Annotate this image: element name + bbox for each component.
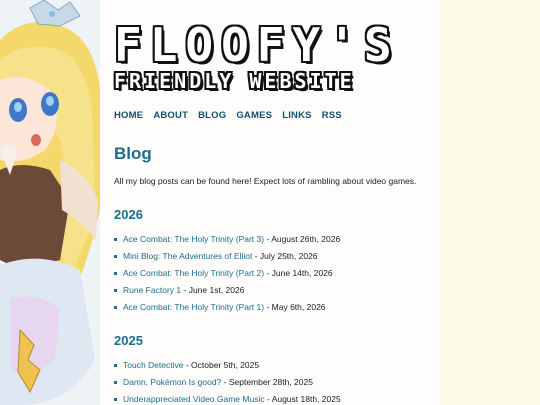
bullet-icon bbox=[114, 381, 117, 384]
list-item: Ace Combat: The Holy Trinity (Part 1) - … bbox=[114, 299, 434, 316]
post-list-2026: Ace Combat: The Holy Trinity (Part 3) - … bbox=[114, 231, 434, 316]
character-illustration bbox=[0, 0, 102, 405]
intro-text: All my blog posts can be found here! Exp… bbox=[114, 176, 417, 186]
bullet-icon bbox=[114, 272, 117, 275]
nav-blog[interactable]: BLOG bbox=[198, 110, 226, 121]
nav-games[interactable]: GAMES bbox=[236, 110, 272, 121]
nav-links[interactable]: LINKS bbox=[282, 110, 312, 121]
bullet-icon bbox=[114, 238, 117, 241]
nav-home[interactable]: HOME bbox=[114, 110, 143, 121]
bullet-icon bbox=[114, 364, 117, 367]
page-background bbox=[440, 0, 540, 405]
post-date: August 26th, 2026 bbox=[271, 234, 341, 244]
post-list-2025: Touch Detective - October 5th, 2025 Damn… bbox=[114, 357, 434, 405]
post-date: October 5th, 2025 bbox=[191, 360, 260, 370]
nav-rss[interactable]: RSS bbox=[322, 110, 342, 121]
post-link[interactable]: Ace Combat: The Holy Trinity (Part 3) bbox=[123, 234, 264, 244]
nav-about[interactable]: ABOUT bbox=[153, 110, 188, 121]
bullet-icon bbox=[114, 289, 117, 292]
bullet-icon bbox=[114, 398, 117, 401]
year-heading-2026: 2026 bbox=[114, 207, 143, 222]
list-item: Ace Combat: The Holy Trinity (Part 3) - … bbox=[114, 231, 434, 248]
character-artwork bbox=[0, 0, 102, 405]
list-item: Ace Combat: The Holy Trinity (Part 2) - … bbox=[114, 265, 434, 282]
post-date: June 1st, 2026 bbox=[188, 285, 245, 295]
post-date: September 28th, 2025 bbox=[228, 377, 313, 387]
list-item: Underappreciated Video Game Music - Augu… bbox=[114, 391, 434, 405]
content-panel: FLOOFY'S FRIENDLY WEBSITE HOME ABOUT BLO… bbox=[100, 0, 440, 405]
list-item: Mini Blog: The Adventures of Elliot - Ju… bbox=[114, 248, 434, 265]
post-link[interactable]: Rune Factory 1 bbox=[123, 285, 181, 295]
page-title: Blog bbox=[114, 144, 152, 163]
main-nav: HOME ABOUT BLOG GAMES LINKS RSS bbox=[114, 110, 342, 121]
post-date: May 6th, 2026 bbox=[271, 302, 326, 312]
post-link[interactable]: Mini Blog: The Adventures of Elliot bbox=[123, 251, 252, 261]
post-date: June 14th, 2026 bbox=[271, 268, 333, 278]
post-link[interactable]: Underappreciated Video Game Music bbox=[123, 394, 265, 404]
post-date: July 25th, 2026 bbox=[259, 251, 318, 261]
list-item: Touch Detective - October 5th, 2025 bbox=[114, 357, 434, 374]
logo-title: FLOOFY'S bbox=[114, 18, 400, 72]
post-link[interactable]: Touch Detective bbox=[123, 360, 183, 370]
post-link[interactable]: Damn, Pokémon Is good? bbox=[123, 377, 221, 387]
logo-subtitle: FRIENDLY WEBSITE bbox=[114, 69, 355, 93]
post-link[interactable]: Ace Combat: The Holy Trinity (Part 2) bbox=[123, 268, 264, 278]
list-item: Damn, Pokémon Is good? - September 28th,… bbox=[114, 374, 434, 391]
site-logo[interactable]: FLOOFY'S FRIENDLY WEBSITE bbox=[114, 22, 428, 94]
list-item: Rune Factory 1 - June 1st, 2026 bbox=[114, 282, 434, 299]
post-date: August 18th, 2025 bbox=[271, 394, 341, 404]
year-heading-2025: 2025 bbox=[114, 333, 143, 348]
bullet-icon bbox=[114, 306, 117, 309]
bullet-icon bbox=[114, 255, 117, 258]
post-link[interactable]: Ace Combat: The Holy Trinity (Part 1) bbox=[123, 302, 264, 312]
